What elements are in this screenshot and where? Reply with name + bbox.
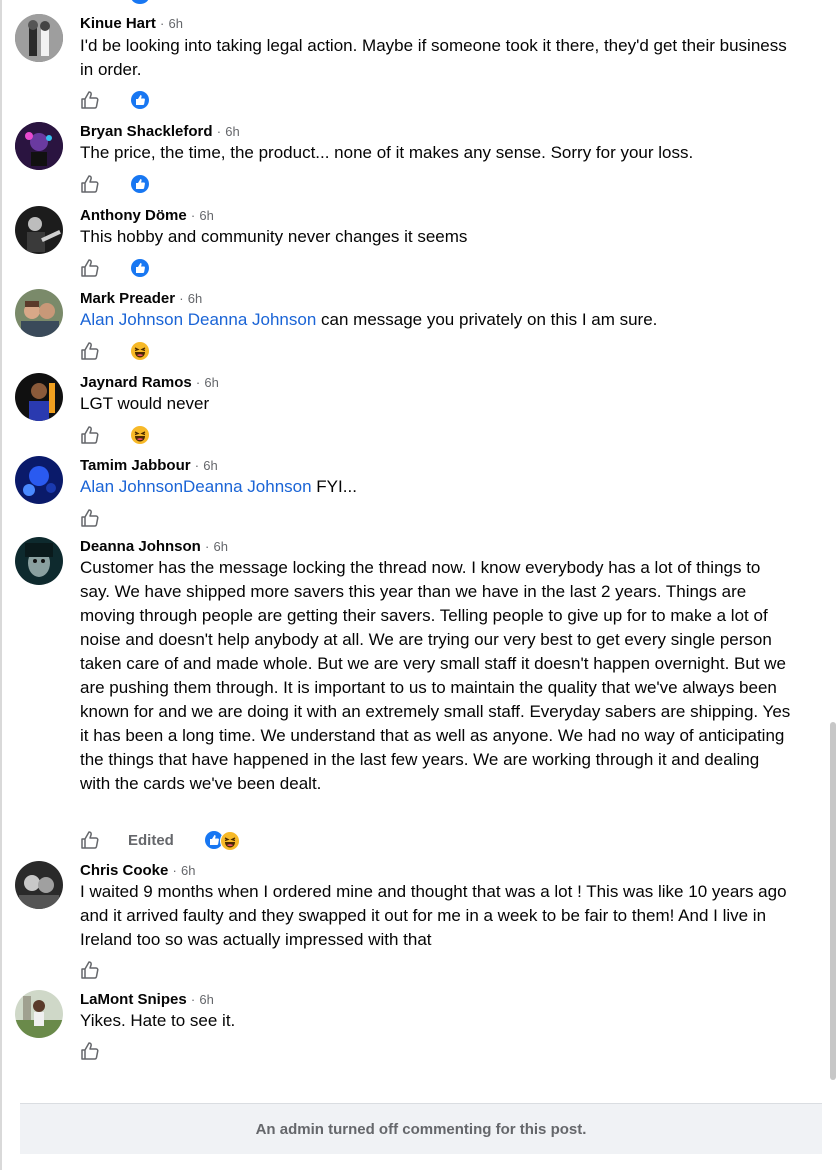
- comment-time[interactable]: 6h: [199, 208, 213, 223]
- thumbs-up-outline-icon: [81, 175, 99, 193]
- like-button[interactable]: [80, 1041, 100, 1061]
- mention-link[interactable]: Alan JohnsonDeanna Johnson: [80, 477, 312, 496]
- comment-text: The price, the time, the product... none…: [80, 143, 694, 162]
- comment-text: Customer has the message locking the thr…: [80, 558, 791, 793]
- thumbs-up-outline-icon: [81, 961, 99, 979]
- comment-author[interactable]: Chris Cooke: [80, 862, 168, 879]
- scrollbar-thumb[interactable]: [830, 722, 836, 1080]
- avatar[interactable]: [15, 861, 63, 909]
- thumbs-up-outline-icon: [81, 426, 99, 444]
- comment-author[interactable]: Anthony Döme: [80, 207, 187, 224]
- comment-time[interactable]: 6h: [204, 375, 218, 390]
- reaction-summary[interactable]: [205, 831, 240, 851]
- avatar[interactable]: [15, 990, 63, 1038]
- separator: ·: [205, 539, 210, 554]
- laughing-face-icon: [131, 426, 149, 444]
- separator: ·: [190, 992, 196, 1007]
- mention-link[interactable]: Alan Johnson Deanna Johnson: [80, 310, 316, 329]
- comment-text: LGT would never: [80, 394, 210, 413]
- comment-time[interactable]: 6h: [214, 539, 228, 554]
- comment-author[interactable]: Kinue Hart: [80, 15, 156, 32]
- like-button[interactable]: [80, 960, 100, 980]
- comment-text: Alan Johnson Deanna Johnson can message …: [80, 308, 795, 332]
- avatar-image: [15, 373, 63, 421]
- thumbs-up-outline-icon: [81, 831, 99, 849]
- edited-label[interactable]: Edited: [128, 832, 174, 849]
- avatar-image: [15, 289, 63, 337]
- avatar-image: [15, 537, 63, 585]
- like-button[interactable]: [80, 425, 100, 445]
- avatar-image: [15, 122, 63, 170]
- reaction-summary[interactable]: [131, 175, 149, 195]
- comments-disabled-notice: An admin turned off commenting for this …: [20, 1103, 822, 1154]
- comment-time[interactable]: 6h: [181, 863, 195, 878]
- separator: ·: [160, 16, 165, 31]
- blue-thumbs-up-icon: [131, 175, 149, 193]
- thumbs-up-outline-icon: [81, 509, 99, 527]
- avatar[interactable]: [15, 14, 63, 62]
- like-button[interactable]: [80, 174, 100, 194]
- comment-text: I'd be looking into taking legal action.…: [80, 36, 787, 79]
- separator: ·: [179, 291, 184, 306]
- like-button[interactable]: [80, 258, 100, 278]
- comment-author[interactable]: Deanna Johnson: [80, 538, 201, 555]
- avatar[interactable]: [15, 122, 63, 170]
- reaction-summary[interactable]: [131, 259, 149, 279]
- blue-thumbs-up-icon: [131, 91, 149, 109]
- avatar[interactable]: [15, 373, 63, 421]
- comment-author[interactable]: Jaynard Ramos: [80, 374, 192, 391]
- comment-text: Alan JohnsonDeanna Johnson FYI...: [80, 475, 795, 499]
- separator: ·: [216, 124, 222, 139]
- laughing-face-icon: [220, 831, 240, 851]
- separator: ·: [190, 208, 196, 223]
- laughing-face-icon: [131, 342, 149, 360]
- reaction-summary[interactable]: [131, 91, 149, 111]
- comment-text: Yikes. Hate to see it.: [80, 1011, 236, 1030]
- avatar-image: [15, 14, 63, 62]
- like-button[interactable]: [80, 508, 100, 528]
- avatar[interactable]: [15, 206, 63, 254]
- avatar[interactable]: [15, 537, 63, 585]
- thumbs-up-outline-icon: [81, 259, 99, 277]
- like-button[interactable]: [80, 90, 100, 110]
- thumbs-up-outline-icon: [81, 91, 99, 109]
- like-button[interactable]: [80, 341, 100, 361]
- like-reaction-icon: [131, 0, 149, 4]
- separator: ·: [172, 863, 177, 878]
- comment-time[interactable]: 6h: [225, 124, 239, 139]
- comment-text: This hobby and community never changes i…: [80, 227, 468, 246]
- comment-time[interactable]: 6h: [199, 992, 213, 1007]
- comment-time[interactable]: 6h: [188, 291, 202, 306]
- comment-time[interactable]: 6h: [203, 458, 217, 473]
- comment-text-rest: can message you privately on this I am s…: [316, 310, 658, 329]
- comment-time[interactable]: 6h: [169, 16, 183, 31]
- reaction-summary[interactable]: [131, 342, 149, 362]
- comment-author[interactable]: Bryan Shackleford: [80, 123, 213, 140]
- avatar-image: [15, 990, 63, 1038]
- avatar-image: [15, 456, 63, 504]
- comment-text: I waited 9 months when I ordered mine an…: [80, 882, 787, 949]
- like-button[interactable]: [80, 830, 100, 850]
- avatar[interactable]: [15, 289, 63, 337]
- avatar-image: [15, 206, 63, 254]
- comment-author[interactable]: LaMont Snipes: [80, 991, 187, 1008]
- separator: ·: [194, 458, 200, 473]
- reaction-summary[interactable]: [131, 426, 149, 446]
- thumbs-up-outline-icon: [81, 342, 99, 360]
- comment-author[interactable]: Mark Preader: [80, 290, 175, 307]
- avatar-image: [15, 861, 63, 909]
- thumbs-up-outline-icon: [81, 1042, 99, 1060]
- window-border: [0, 0, 2, 1170]
- comments-disabled-text: An admin turned off commenting for this …: [255, 1120, 587, 1138]
- avatar[interactable]: [15, 456, 63, 504]
- blue-thumbs-up-icon: [131, 259, 149, 277]
- separator: ·: [195, 375, 201, 390]
- comment-text-rest: FYI...: [311, 477, 357, 496]
- comment-author[interactable]: Tamim Jabbour: [80, 457, 191, 474]
